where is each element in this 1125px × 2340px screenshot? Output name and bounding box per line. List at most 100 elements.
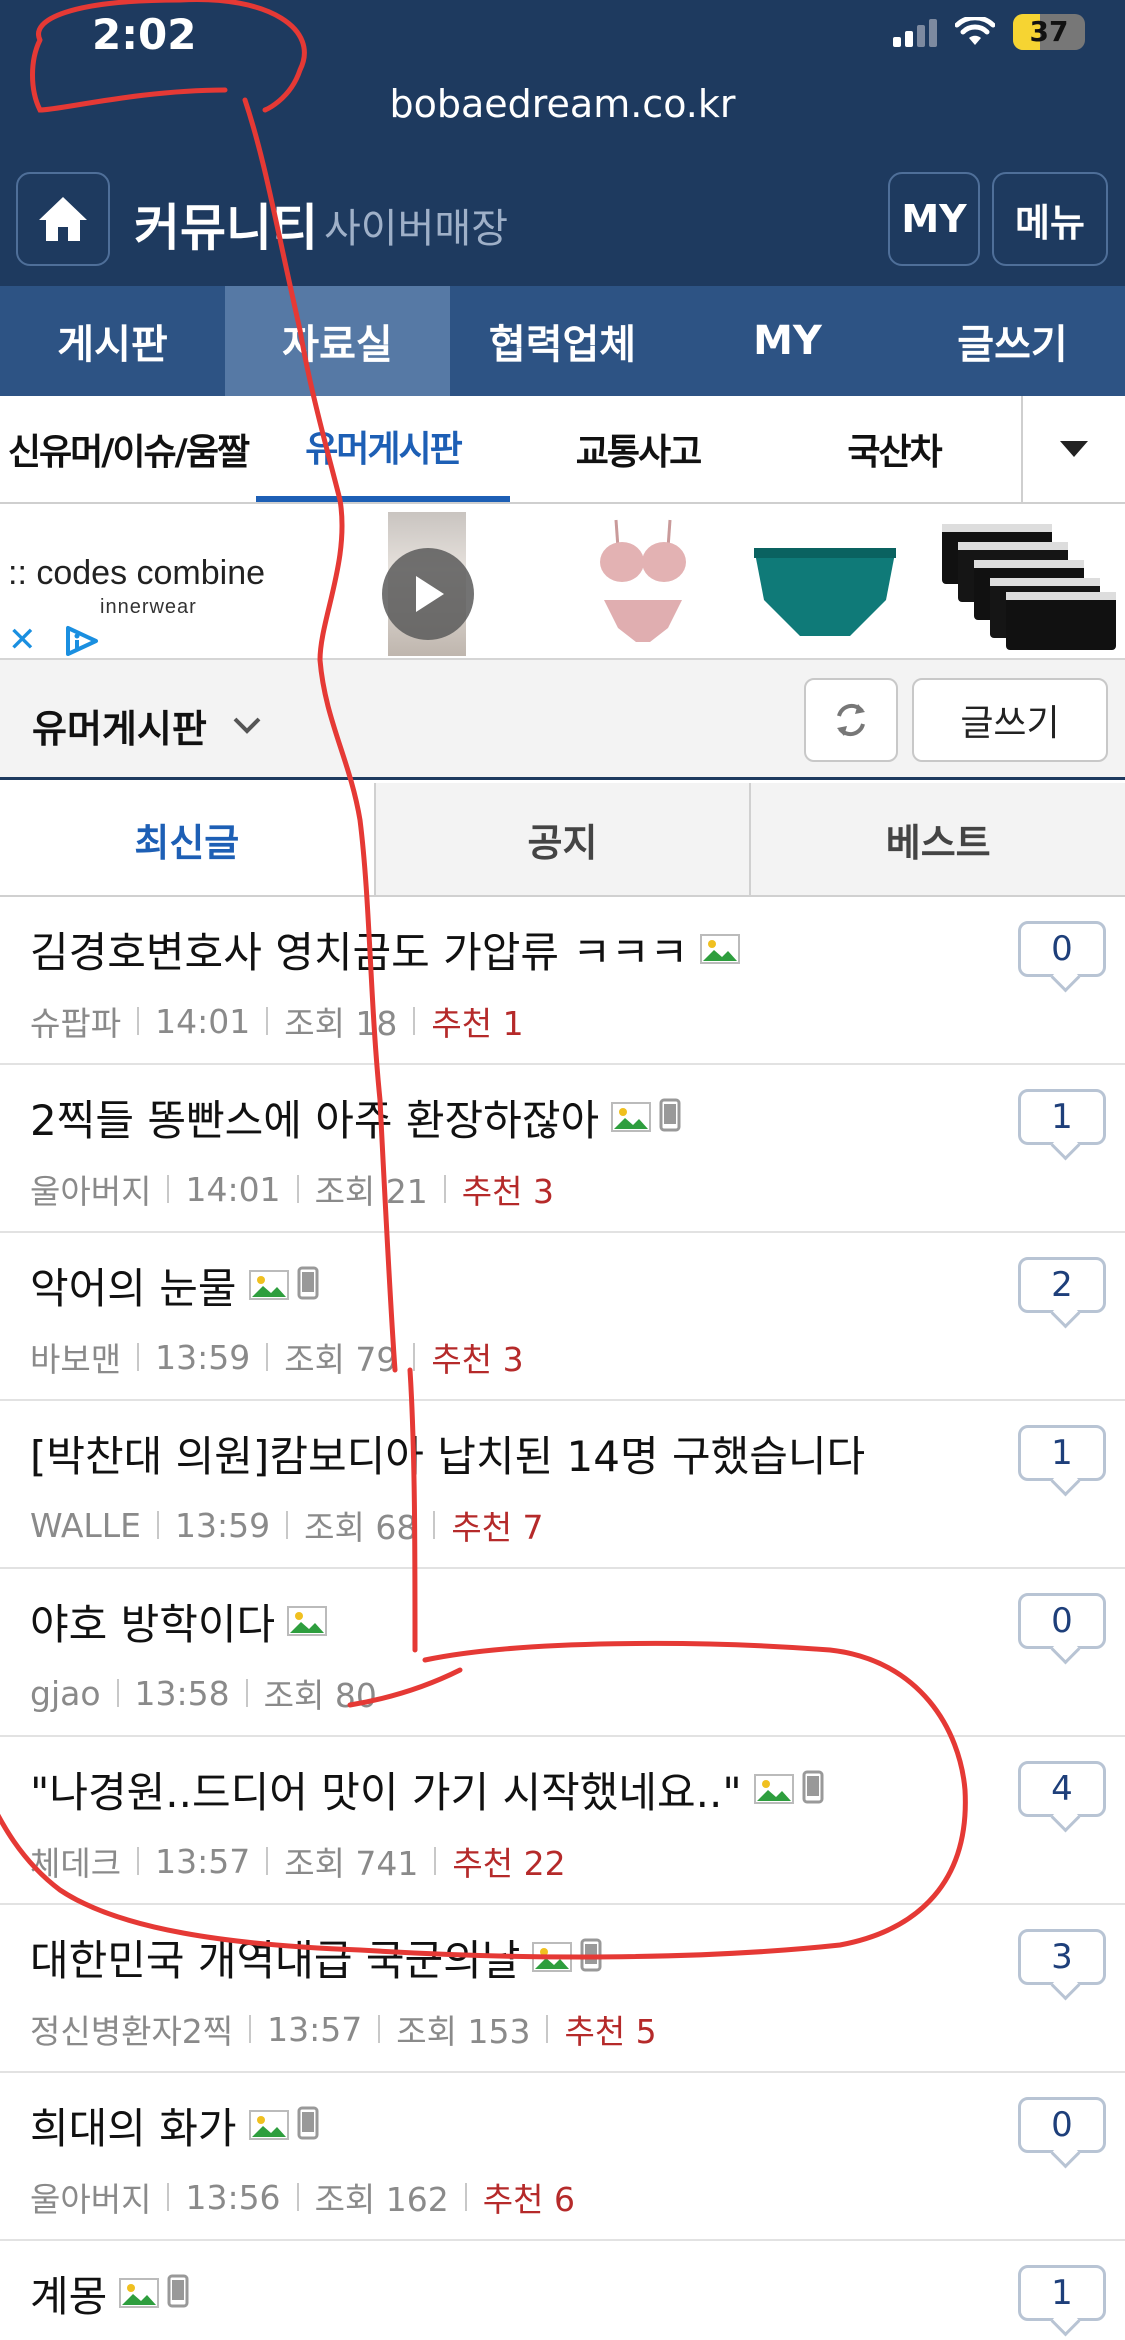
post-title[interactable]: 야호 방학이다 bbox=[30, 1591, 275, 1652]
post-title[interactable]: 김경호변호사 영치금도 가압류 ㅋㅋㅋ bbox=[30, 919, 688, 980]
mobile-post-icon bbox=[297, 2101, 319, 2150]
menu-button[interactable]: 메뉴 bbox=[992, 172, 1108, 266]
post-title-line[interactable]: 악어의 눈물 bbox=[30, 1255, 319, 1316]
comment-count-badge[interactable]: 0 bbox=[1018, 1593, 1106, 1649]
post-views: 조회 68 bbox=[304, 1508, 418, 1547]
sub-nav-domestic-car[interactable]: 국산차 bbox=[766, 396, 1022, 502]
post-title-line[interactable]: "나경원..드디어 맛이 가기 시작했네요.." bbox=[30, 1759, 824, 1820]
main-nav-my[interactable]: MY bbox=[675, 286, 900, 396]
comment-count-badge[interactable]: 4 bbox=[1018, 1761, 1106, 1817]
post-row[interactable]: 대한민국 개역대급 국군의날정신병환자2찍 13:57 조회 153 추천 5 3 bbox=[0, 1905, 1125, 2073]
sub-nav-humor-board[interactable]: 유머게시판 bbox=[256, 396, 510, 502]
ad-close-icon[interactable]: ✕ bbox=[8, 620, 37, 660]
comment-count-badge[interactable]: 2 bbox=[1018, 1257, 1106, 1313]
post-title[interactable]: 희대의 화가 bbox=[30, 2095, 237, 2156]
post-title-line[interactable]: 계몽 bbox=[30, 2263, 189, 2324]
post-time: 14:01 bbox=[185, 1169, 281, 1209]
post-recommend: 추천 22 bbox=[452, 1844, 566, 1883]
my-button[interactable]: MY bbox=[888, 172, 980, 266]
post-list: 김경호변호사 영치금도 가압류 ㅋㅋㅋ 슈팝파 14:01 조회 18 추천 1 0 2찍들… bbox=[0, 897, 1125, 2340]
write-button[interactable]: 글쓰기 bbox=[912, 678, 1108, 762]
board-title[interactable]: 유머게시판 bbox=[32, 698, 207, 753]
post-title[interactable]: 2찍들 똥빤스에 아주 환장하잖아 bbox=[30, 1087, 599, 1148]
post-recommend: 추천 6 bbox=[482, 2180, 575, 2219]
comment-count-badge[interactable]: 0 bbox=[1018, 921, 1106, 977]
post-meta: 바보맨 13:59 조회 79 추천 3 bbox=[30, 1333, 524, 1381]
sub-nav-new-humor[interactable]: 신유머/이슈/움짤 bbox=[0, 396, 256, 502]
status-time: 2:02 bbox=[92, 10, 197, 59]
post-time: 13:57 bbox=[155, 1841, 251, 1881]
post-meta: 슈팝파 14:01 조회 18 추천 1 bbox=[30, 997, 524, 1045]
home-button[interactable] bbox=[16, 172, 110, 266]
meta-divider bbox=[137, 1343, 140, 1371]
post-row[interactable]: 2찍들 똥빤스에 아주 환장하잖아 울아버지 14:01 조회 21 추천 3 1 bbox=[0, 1065, 1125, 1233]
meta-divider bbox=[137, 1007, 140, 1035]
post-meta: 정신병환자2찍 13:57 조회 153 추천 5 bbox=[30, 2005, 657, 2053]
post-title[interactable]: "나경원..드디어 맛이 가기 시작했네요.." bbox=[30, 1759, 742, 1820]
comment-count-badge[interactable]: 1 bbox=[1018, 2265, 1106, 2321]
post-title-line[interactable]: [박찬대 의원]캄보디아 납치된 14명 구했습니다 bbox=[30, 1423, 865, 1484]
meta-divider bbox=[167, 2183, 170, 2211]
tab-latest[interactable]: 최신글 bbox=[0, 783, 374, 895]
meta-divider bbox=[116, 1679, 119, 1707]
comment-count-badge[interactable]: 0 bbox=[1018, 2097, 1106, 2153]
post-recommend: 추천 3 bbox=[461, 1172, 554, 1211]
post-row[interactable]: 악어의 눈물바보맨 13:59 조회 79 추천 3 2 bbox=[0, 1233, 1125, 1401]
main-nav-board[interactable]: 게시판 bbox=[0, 286, 225, 396]
post-recommend: 추천 7 bbox=[451, 1508, 544, 1547]
image-attachment-icon bbox=[532, 1933, 573, 1982]
post-title[interactable]: 대한민국 개역대급 국군의날 bbox=[30, 1927, 520, 1988]
post-author: WALLE bbox=[30, 1505, 142, 1545]
cellular-signal-icon bbox=[893, 17, 937, 47]
wifi-icon bbox=[955, 17, 995, 45]
meta-divider bbox=[157, 1511, 160, 1539]
post-title-line[interactable]: 김경호변호사 영치금도 가압류 ㅋㅋㅋ bbox=[30, 919, 741, 980]
post-title[interactable]: [박찬대 의원]캄보디아 납치된 14명 구했습니다 bbox=[30, 1423, 865, 1484]
comment-count-badge[interactable]: 1 bbox=[1018, 1089, 1106, 1145]
post-title-line[interactable]: 2찍들 똥빤스에 아주 환장하잖아 bbox=[30, 1087, 681, 1148]
post-title[interactable]: 악어의 눈물 bbox=[30, 1255, 237, 1316]
image-attachment-icon bbox=[753, 1765, 794, 1814]
ad-brief-image bbox=[754, 548, 896, 636]
post-row[interactable]: 희대의 화가 울아버지 13:56 조회 162 추천 6 0 bbox=[0, 2073, 1125, 2241]
meta-divider bbox=[286, 1511, 289, 1539]
play-icon[interactable] bbox=[382, 548, 474, 640]
post-row[interactable]: [박찬대 의원]캄보디아 납치된 14명 구했습니다 WALLE 13:59 조회 6… bbox=[0, 1401, 1125, 1569]
post-views: 조회 21 bbox=[314, 1172, 428, 1211]
ad-choices-icon[interactable] bbox=[62, 624, 102, 658]
main-nav-write[interactable]: 글쓰기 bbox=[900, 286, 1125, 396]
tab-best[interactable]: 베스트 bbox=[749, 783, 1125, 895]
chevron-down-icon[interactable] bbox=[232, 716, 262, 736]
post-title-line[interactable]: 희대의 화가 bbox=[30, 2095, 319, 2156]
main-nav-partners[interactable]: 협력업체 bbox=[450, 286, 675, 396]
header-subtitle[interactable]: 사이버매장 bbox=[324, 196, 508, 254]
post-row[interactable]: 야호 방학이다 gjao 13:58 조회 80 0 bbox=[0, 1569, 1125, 1737]
post-author: 체데크 bbox=[30, 1844, 122, 1883]
comment-count-badge[interactable]: 1 bbox=[1018, 1425, 1106, 1481]
meta-divider bbox=[434, 1847, 437, 1875]
post-meta: 울아버지 13:56 조회 162 추천 6 bbox=[30, 2173, 575, 2221]
url-bar[interactable]: bobaedream.co.kr bbox=[0, 82, 1125, 126]
ad-banner[interactable]: :: codes combine innerwear ✕ bbox=[0, 508, 1125, 660]
meta-divider bbox=[266, 1847, 269, 1875]
post-time: 13:59 bbox=[155, 1337, 251, 1377]
app-header: 2:02 37 bobaedream.co.kr 커뮤니티 사이버매장 MY 메… bbox=[0, 0, 1125, 286]
page: 2:02 37 bobaedream.co.kr 커뮤니티 사이버매장 MY 메… bbox=[0, 0, 1125, 2340]
sub-nav-expand-button[interactable] bbox=[1021, 396, 1125, 502]
main-nav: 게시판 자료실 협력업체 MY 글쓰기 bbox=[0, 286, 1125, 396]
post-title-line[interactable]: 야호 방학이다 bbox=[30, 1591, 328, 1652]
main-nav-archive[interactable]: 자료실 bbox=[225, 286, 450, 396]
comment-count-badge[interactable]: 3 bbox=[1018, 1929, 1106, 1985]
meta-divider bbox=[546, 2015, 549, 2043]
post-row[interactable]: "나경원..드디어 맛이 가기 시작했네요.." 체데크 13:57 조회 741 추천… bbox=[0, 1737, 1125, 1905]
post-title-line[interactable]: 대한민국 개역대급 국군의날 bbox=[30, 1927, 602, 1988]
post-recommend: 추천 3 bbox=[431, 1340, 524, 1379]
refresh-button[interactable] bbox=[804, 678, 898, 762]
header-title[interactable]: 커뮤니티 bbox=[134, 188, 318, 260]
post-title[interactable]: 계몽 bbox=[30, 2263, 107, 2324]
post-row[interactable]: 김경호변호사 영치금도 가압류 ㅋㅋㅋ 슈팝파 14:01 조회 18 추천 1 0 bbox=[0, 897, 1125, 1065]
tab-notice[interactable]: 공지 bbox=[373, 783, 750, 895]
sub-nav-traffic-accident[interactable]: 교통사고 bbox=[510, 396, 766, 502]
post-views: 조회 162 bbox=[314, 2180, 449, 2219]
post-row[interactable]: 계몽울아버지13:55조회 111추천 31 bbox=[0, 2241, 1125, 2340]
